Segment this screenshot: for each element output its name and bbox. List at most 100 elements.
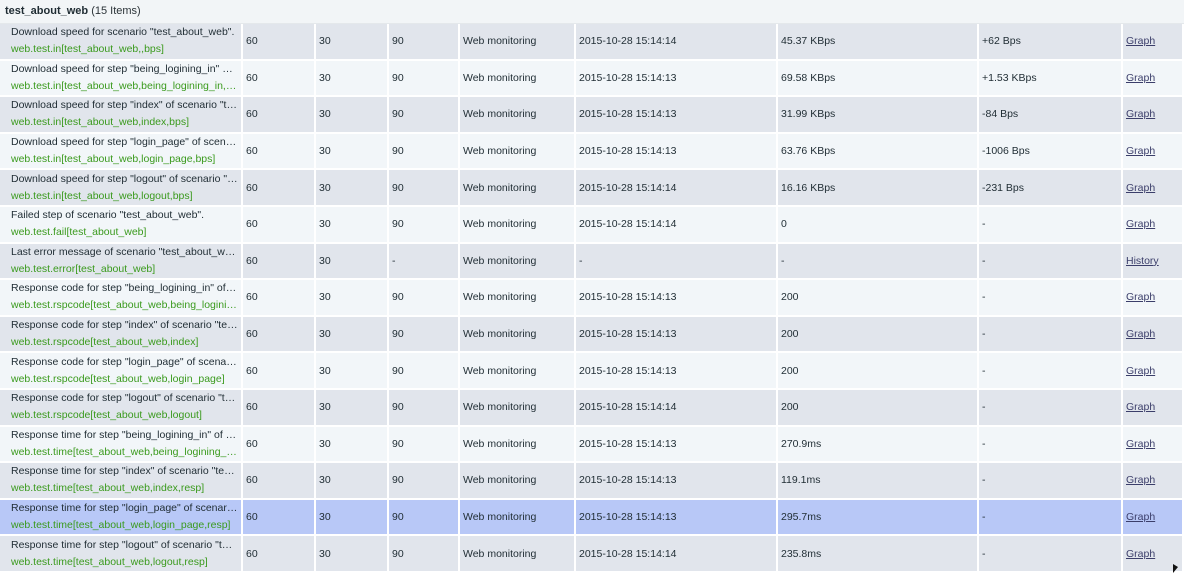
type-cell: Web monitoring bbox=[460, 280, 576, 317]
trends-cell: 90 bbox=[389, 206, 460, 244]
history-cell: 30 bbox=[316, 280, 389, 317]
item-key: web.test.error[test_about_web] bbox=[11, 262, 156, 275]
change-cell: - bbox=[979, 463, 1123, 500]
table-row[interactable]: Last error message of scenario "test_abo… bbox=[0, 243, 1184, 281]
graph-link[interactable]: Graph bbox=[1126, 72, 1155, 84]
last-value-cell: 31.99 KBps bbox=[778, 97, 979, 134]
graph-link[interactable]: Graph bbox=[1126, 145, 1155, 157]
change-cell: - bbox=[979, 353, 1123, 390]
table-row[interactable]: Response time for step "being_logining_i… bbox=[0, 426, 1184, 464]
table-row[interactable]: Download speed for step "logout" of scen… bbox=[0, 170, 1184, 207]
interval-cell: 60 bbox=[243, 170, 316, 207]
change-cell: - bbox=[979, 280, 1123, 317]
history-cell: 30 bbox=[316, 536, 389, 573]
table-row[interactable]: Response code for step "index" of scenar… bbox=[0, 316, 1184, 354]
action-cell: Graph bbox=[1123, 24, 1184, 61]
history-cell: 30 bbox=[316, 206, 389, 244]
action-cell: Graph bbox=[1123, 206, 1184, 244]
change-cell: - bbox=[979, 206, 1123, 244]
table-row[interactable]: Response time for step "login_page" of s… bbox=[0, 499, 1184, 537]
type-cell: Web monitoring bbox=[460, 389, 576, 427]
type-cell: Web monitoring bbox=[460, 316, 576, 354]
history-cell: 30 bbox=[316, 499, 389, 537]
table-row[interactable]: Response time for step "logout" of scena… bbox=[0, 536, 1184, 573]
table-row[interactable]: Response code for step "login_page" of s… bbox=[0, 353, 1184, 390]
table-row[interactable]: Response code for step "logout" of scena… bbox=[0, 389, 1184, 427]
item-name-cell: Download speed for step "being_logining_… bbox=[0, 60, 243, 98]
last-check-cell: 2015-10-28 15:14:13 bbox=[576, 60, 778, 98]
last-check-cell: 2015-10-28 15:14:13 bbox=[576, 280, 778, 317]
action-cell: Graph bbox=[1123, 60, 1184, 98]
trends-cell: 90 bbox=[389, 97, 460, 134]
item-key: web.test.rspcode[test_about_web,being_lo… bbox=[11, 299, 238, 312]
last-check-cell: 2015-10-28 15:14:13 bbox=[576, 353, 778, 390]
type-cell: Web monitoring bbox=[460, 426, 576, 464]
item-key: web.test.time[test_about_web,index,resp] bbox=[11, 482, 205, 495]
graph-link[interactable]: Graph bbox=[1126, 548, 1155, 560]
trends-cell: 90 bbox=[389, 316, 460, 354]
type-cell: Web monitoring bbox=[460, 536, 576, 573]
graph-link[interactable]: Graph bbox=[1126, 365, 1155, 377]
item-description: Download speed for step "login_page" of … bbox=[11, 136, 238, 149]
latest-data-table: Download speed for scenario "test_about_… bbox=[0, 24, 1184, 573]
action-cell: Graph bbox=[1123, 170, 1184, 207]
trends-cell: 90 bbox=[389, 60, 460, 98]
action-cell: Graph bbox=[1123, 389, 1184, 427]
item-description: Last error message of scenario "test_abo… bbox=[11, 245, 238, 258]
type-cell: Web monitoring bbox=[460, 170, 576, 207]
last-check-cell: 2015-10-28 15:14:13 bbox=[576, 499, 778, 537]
last-check-cell: 2015-10-28 15:14:14 bbox=[576, 24, 778, 61]
type-cell: Web monitoring bbox=[460, 97, 576, 134]
interval-cell: 60 bbox=[243, 206, 316, 244]
table-row[interactable]: Failed step of scenario "test_about_web"… bbox=[0, 206, 1184, 244]
interval-cell: 60 bbox=[243, 353, 316, 390]
item-key: web.test.rspcode[test_about_web,logout] bbox=[11, 409, 202, 422]
interval-cell: 60 bbox=[243, 24, 316, 61]
group-item-count: (15 Items) bbox=[91, 5, 141, 17]
graph-link[interactable]: Graph bbox=[1126, 474, 1155, 486]
graph-link[interactable]: Graph bbox=[1126, 291, 1155, 303]
history-cell: 30 bbox=[316, 24, 389, 61]
change-cell: - bbox=[979, 243, 1123, 281]
item-key: web.test.time[test_about_web,login_page,… bbox=[11, 519, 231, 532]
last-value-cell: 295.7ms bbox=[778, 499, 979, 537]
table-row[interactable]: Response time for step "index" of scenar… bbox=[0, 463, 1184, 500]
trends-cell: 90 bbox=[389, 170, 460, 207]
graph-link[interactable]: Graph bbox=[1126, 328, 1155, 340]
table-row[interactable]: Response code for step "being_logining_i… bbox=[0, 280, 1184, 317]
item-description: Response code for step "logout" of scena… bbox=[11, 392, 238, 405]
last-check-cell: 2015-10-28 15:14:14 bbox=[576, 170, 778, 207]
action-cell: History bbox=[1123, 243, 1184, 281]
graph-link[interactable]: Graph bbox=[1126, 438, 1155, 450]
graph-link[interactable]: Graph bbox=[1126, 401, 1155, 413]
graph-link[interactable]: Graph bbox=[1126, 35, 1155, 47]
item-name-cell: Response code for step "index" of scenar… bbox=[0, 316, 243, 354]
graph-link[interactable]: Graph bbox=[1126, 108, 1155, 120]
change-cell: - bbox=[979, 426, 1123, 464]
table-row[interactable]: Download speed for step "login_page" of … bbox=[0, 133, 1184, 171]
interval-cell: 60 bbox=[243, 389, 316, 427]
item-description: Download speed for step "index" of scena… bbox=[11, 99, 238, 112]
graph-link[interactable]: Graph bbox=[1126, 182, 1155, 194]
trends-cell: 90 bbox=[389, 353, 460, 390]
trends-cell: 90 bbox=[389, 499, 460, 537]
last-check-cell: 2015-10-28 15:14:14 bbox=[576, 389, 778, 427]
history-cell: 30 bbox=[316, 426, 389, 464]
item-description: Response time for step "login_page" of s… bbox=[11, 502, 238, 515]
item-key: web.test.in[test_about_web,index,bps] bbox=[11, 116, 190, 129]
history-cell: 30 bbox=[316, 170, 389, 207]
table-row[interactable]: Download speed for step "index" of scena… bbox=[0, 97, 1184, 134]
table-row[interactable]: Download speed for step "being_logining_… bbox=[0, 60, 1184, 98]
item-description: Response code for step "login_page" of s… bbox=[11, 355, 238, 368]
table-row[interactable]: Download speed for scenario "test_about_… bbox=[0, 24, 1184, 61]
graph-link[interactable]: Graph bbox=[1126, 218, 1155, 230]
item-key: web.test.in[test_about_web,login_page,bp… bbox=[11, 153, 216, 166]
history-link[interactable]: History bbox=[1126, 255, 1159, 267]
graph-link[interactable]: Graph bbox=[1126, 511, 1155, 523]
history-cell: 30 bbox=[316, 463, 389, 500]
last-check-cell: 2015-10-28 15:14:13 bbox=[576, 463, 778, 500]
interval-cell: 60 bbox=[243, 426, 316, 464]
last-check-cell: - bbox=[576, 243, 778, 281]
interval-cell: 60 bbox=[243, 536, 316, 573]
item-description: Failed step of scenario "test_about_web"… bbox=[11, 209, 205, 222]
